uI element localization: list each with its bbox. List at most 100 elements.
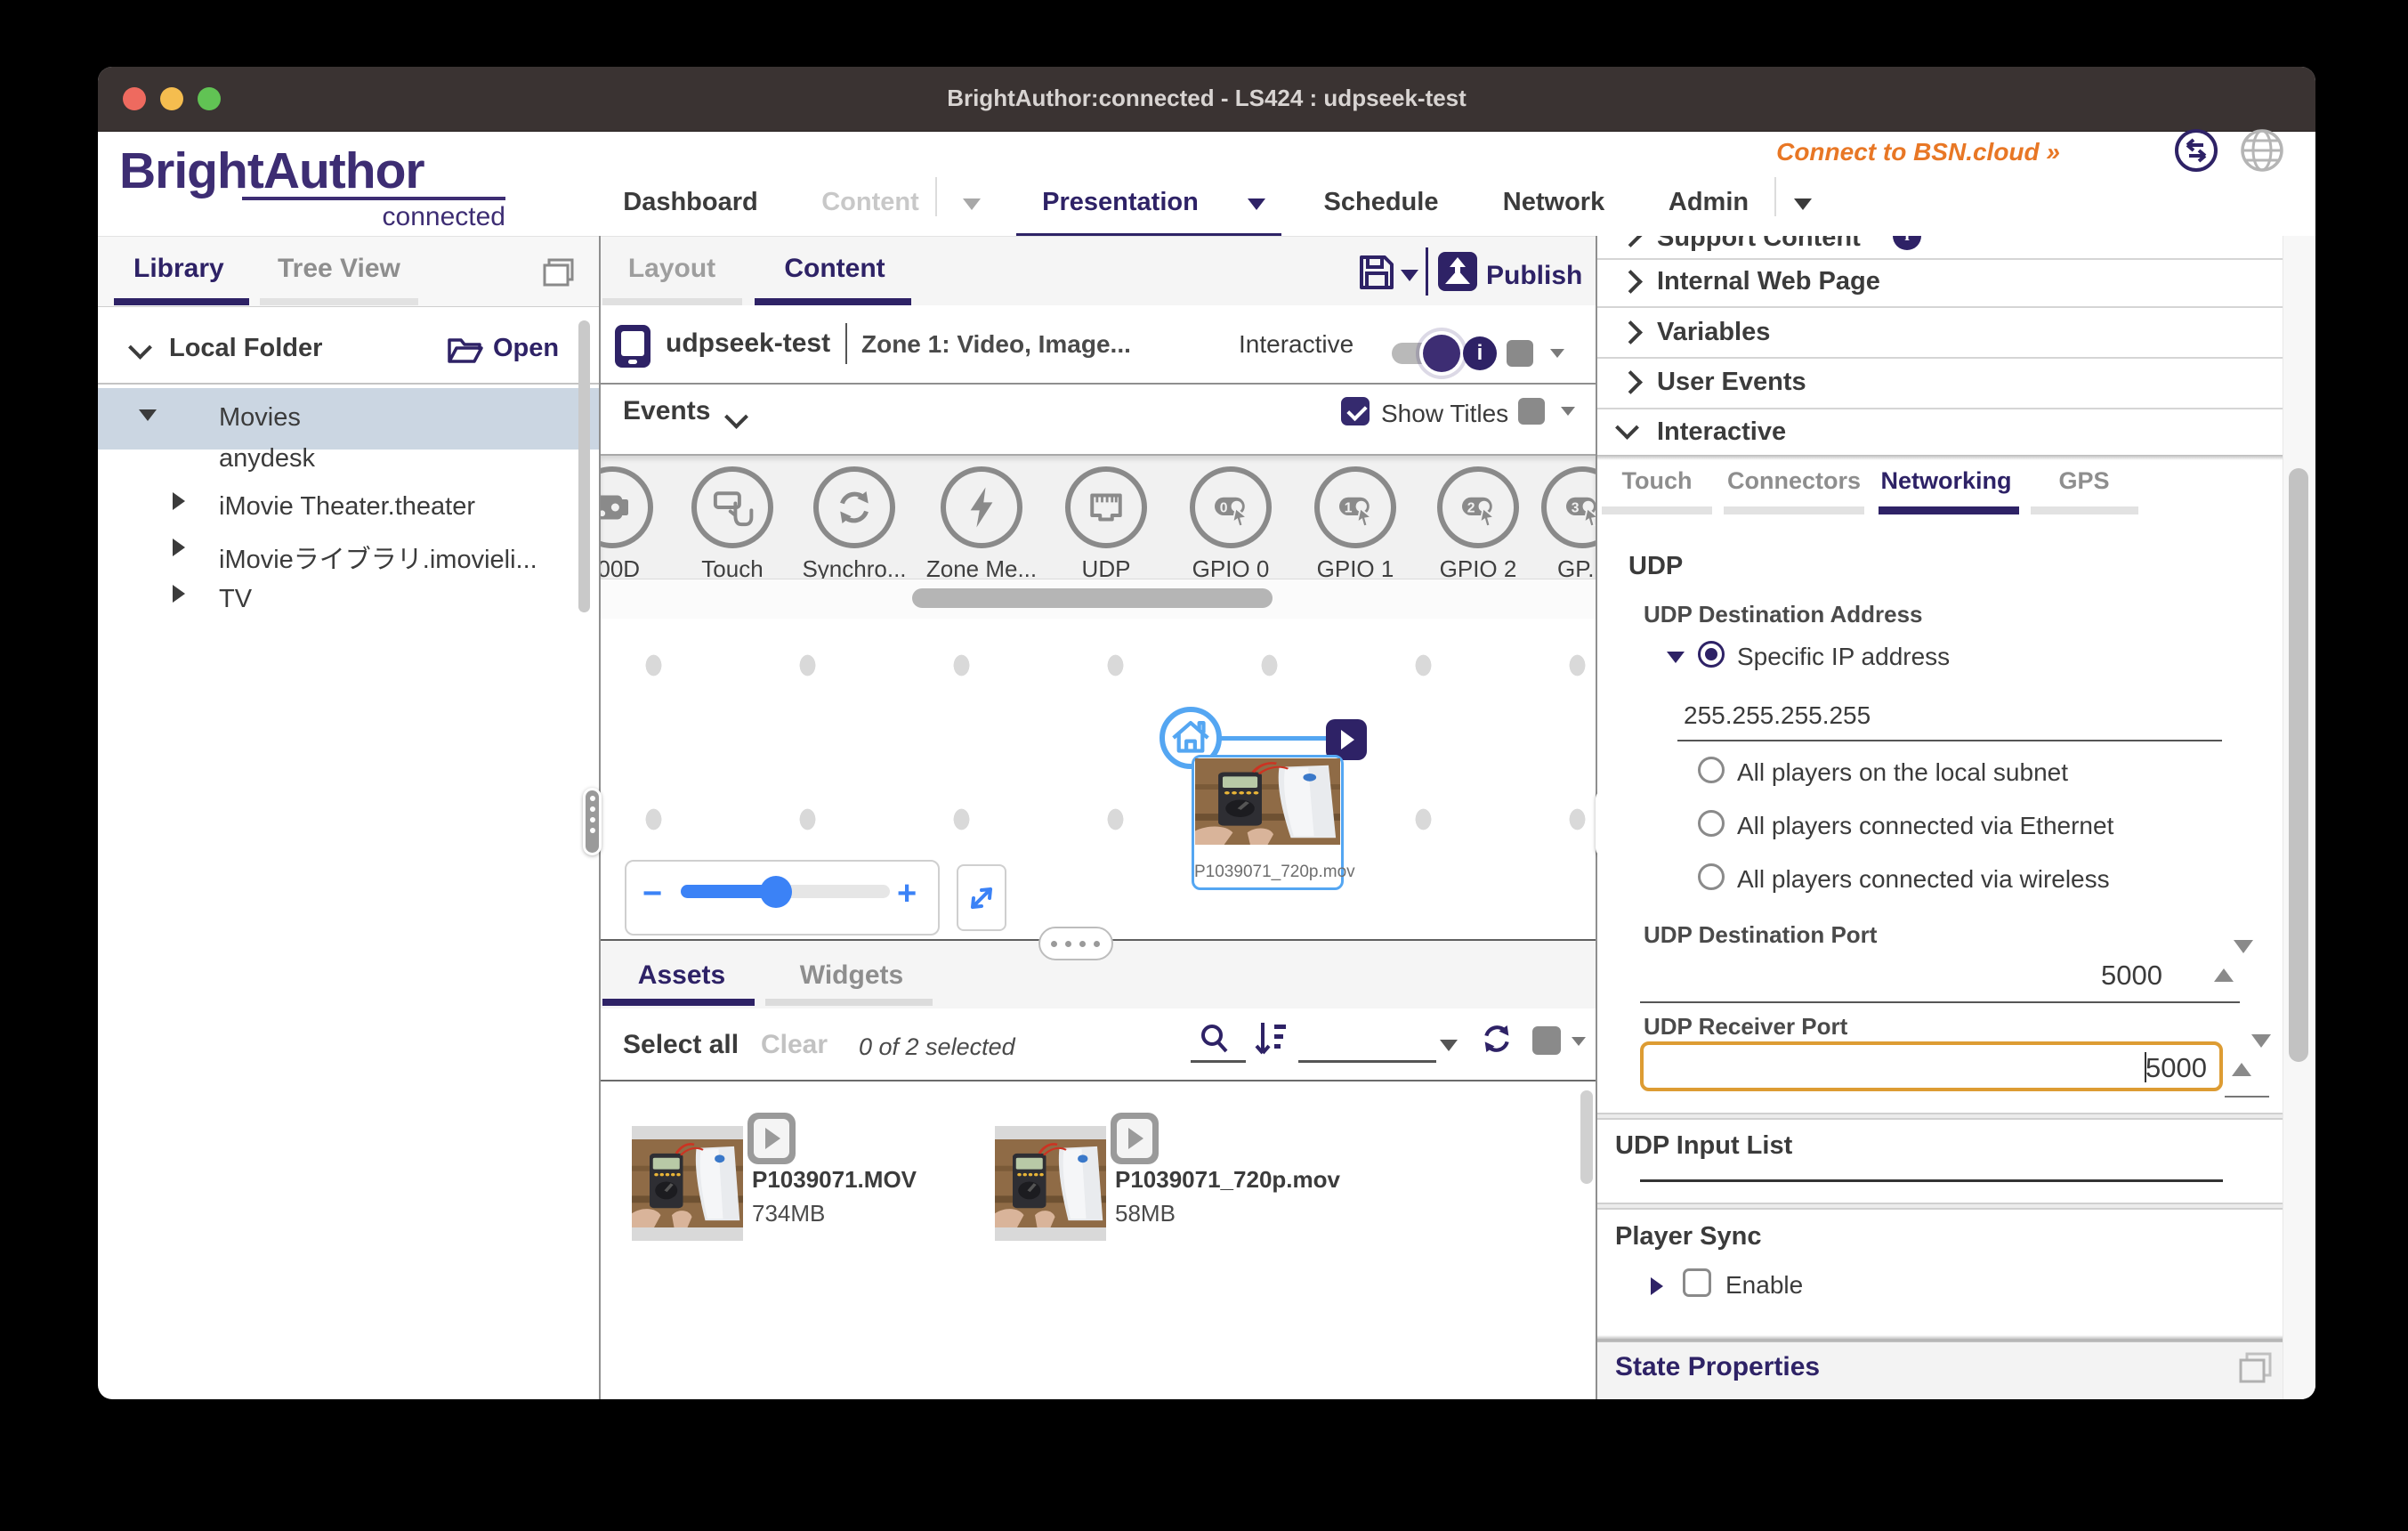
events-dropdown-icon[interactable] [1561,407,1575,416]
asset-thumbnail[interactable] [632,1126,743,1241]
interactive-toggle-knob[interactable] [1423,335,1460,372]
nav-more-dropdown-icon[interactable] [1794,198,1812,210]
assets-drag-handle[interactable] [1038,927,1113,960]
section-interactive[interactable]: Interactive [1657,417,1786,447]
event-remote-200d[interactable]: 200D [601,466,675,579]
section-collapse-icon[interactable] [1619,320,1643,344]
assets-dropdown-icon[interactable] [1572,1037,1586,1046]
connect-bsn-link[interactable]: Connect to BSN.cloud » [1776,138,2060,166]
event-zone-message[interactable]: Zone Me... [919,466,1044,579]
events-color-swatch[interactable] [1518,398,1545,425]
event-gpio-0[interactable]: 0 GPIO 0 [1168,466,1293,579]
section-collapse-icon[interactable] [1619,270,1643,294]
info-icon[interactable]: i [1893,236,1921,250]
save-icon[interactable] [1356,252,1397,293]
globe-icon[interactable] [2239,127,2285,174]
publish-icon[interactable] [1436,250,1479,293]
event-touch[interactable]: Touch [670,466,795,579]
nav-presentation-dropdown-icon[interactable] [1248,198,1265,210]
ip-address-value[interactable]: 255.255.255.255 [1684,701,1871,730]
radio-ethernet[interactable] [1698,810,1725,837]
tree-item-imovie-library[interactable]: iMovieライブラリ.imovieli... [219,539,537,576]
save-dropdown-icon[interactable] [1401,270,1418,281]
tab-library[interactable]: Library [133,254,224,284]
radio-local-subnet-label[interactable]: All players on the local subnet [1737,758,2068,787]
specific-ip-expand-icon[interactable] [1667,652,1685,663]
radio-wireless[interactable] [1698,863,1725,890]
local-folder-collapse-icon[interactable] [128,336,152,360]
clear-button[interactable]: Clear [761,1030,828,1060]
tab-connectors[interactable]: Connectors [1727,467,1861,495]
show-titles-checkbox[interactable] [1341,397,1370,425]
section-support-content[interactable]: Support Content [1657,236,1861,253]
sidebar-scrollbar[interactable] [578,320,590,612]
zone-dropdown-icon[interactable] [1550,349,1564,358]
zoom-slider-knob[interactable] [760,876,792,908]
filter-select-underline[interactable] [1298,1060,1436,1063]
tab-assets[interactable]: Assets [638,960,725,991]
tree-expand-icon[interactable] [139,409,157,421]
events-scrollbar[interactable] [912,588,1273,608]
assets-color-swatch[interactable] [1532,1026,1561,1055]
asset-thumbnail[interactable] [995,1126,1106,1241]
folder-open-icon[interactable] [447,336,484,366]
tree-collapse-icon[interactable] [173,492,185,510]
udp-recv-port-value[interactable]: 5000 [2145,1052,2207,1084]
radio-specific-ip-label[interactable]: Specific IP address [1737,643,1950,671]
nav-schedule[interactable]: Schedule [1324,188,1439,217]
section-variables[interactable]: Variables [1657,318,1770,347]
event-gpio-3[interactable]: 3 GP... [1520,466,1596,579]
open-window-icon[interactable] [2236,1350,2274,1386]
zone-color-swatch[interactable] [1507,340,1533,367]
nav-presentation[interactable]: Presentation [1042,188,1199,217]
tree-item-imovie-theater[interactable]: iMovie Theater.theater [219,492,475,522]
event-gpio-1[interactable]: 1 GPIO 1 [1293,466,1418,579]
tab-widgets[interactable]: Widgets [800,960,903,991]
asset-name[interactable]: P1039071_720p.mov [1115,1166,1340,1194]
assets-scrollbar[interactable] [1580,1090,1593,1184]
radio-specific-ip[interactable] [1698,641,1725,668]
tree-collapse-icon[interactable] [173,585,185,603]
section-expand-icon[interactable] [1615,416,1639,440]
select-all-button[interactable]: Select all [623,1030,739,1060]
sort-icon[interactable] [1250,1017,1289,1060]
player-sync-expand-icon[interactable] [1651,1277,1663,1295]
tree-collapse-icon[interactable] [173,539,185,556]
zoom-out-button[interactable]: − [642,875,662,913]
tab-layout[interactable]: Layout [628,254,715,284]
publish-button[interactable]: Publish [1486,261,1582,291]
udp-dest-port-value[interactable]: 5000 [1984,960,2162,992]
sidebar-splitter-handle[interactable] [583,788,602,855]
fit-canvas-button[interactable] [957,864,1006,931]
player-sync-enable-label[interactable]: Enable [1725,1271,1803,1300]
event-synchronize[interactable]: Synchro... [792,466,917,579]
local-folder-open-button[interactable]: Open [493,334,559,363]
nav-dashboard[interactable]: Dashboard [623,188,757,217]
events-collapse-icon[interactable] [724,405,748,429]
udp-input-list-underline[interactable] [1640,1179,2223,1182]
zone-label[interactable]: Zone 1: Video, Image... [861,330,1131,359]
nav-admin[interactable]: Admin [1669,188,1749,217]
radio-ethernet-label[interactable]: All players connected via Ethernet [1737,812,2113,840]
event-udp[interactable]: UDP [1044,466,1168,579]
media-state-card[interactable]: P1039071_720p.mov [1192,755,1344,890]
section-user-events[interactable]: User Events [1657,368,1806,397]
filter-dropdown-icon[interactable] [1440,1040,1458,1051]
player-sync-enable-checkbox[interactable] [1683,1268,1711,1297]
recv-port-stepper[interactable] [2232,1048,2251,1064]
tree-item-movies[interactable]: Movies [219,403,301,433]
panel-toggle-icon[interactable] [541,257,577,288]
section-collapse-icon[interactable] [1619,236,1643,247]
radio-wireless-label[interactable]: All players connected via wireless [1737,865,2110,894]
tab-touch[interactable]: Touch [1622,467,1693,495]
section-internal-web-page[interactable]: Internal Web Page [1657,267,1880,296]
tree-item-tv[interactable]: TV [219,585,252,614]
tab-networking[interactable]: Networking [1880,467,2011,495]
panel-scrollbar[interactable] [2289,468,2308,1062]
tab-gps[interactable]: GPS [2058,467,2109,495]
tab-tree-view[interactable]: Tree View [278,254,400,284]
refresh-icon[interactable] [1479,1021,1515,1057]
nav-content-dropdown-icon[interactable] [963,198,981,210]
search-icon[interactable] [1197,1021,1232,1057]
tab-content[interactable]: Content [784,254,885,284]
